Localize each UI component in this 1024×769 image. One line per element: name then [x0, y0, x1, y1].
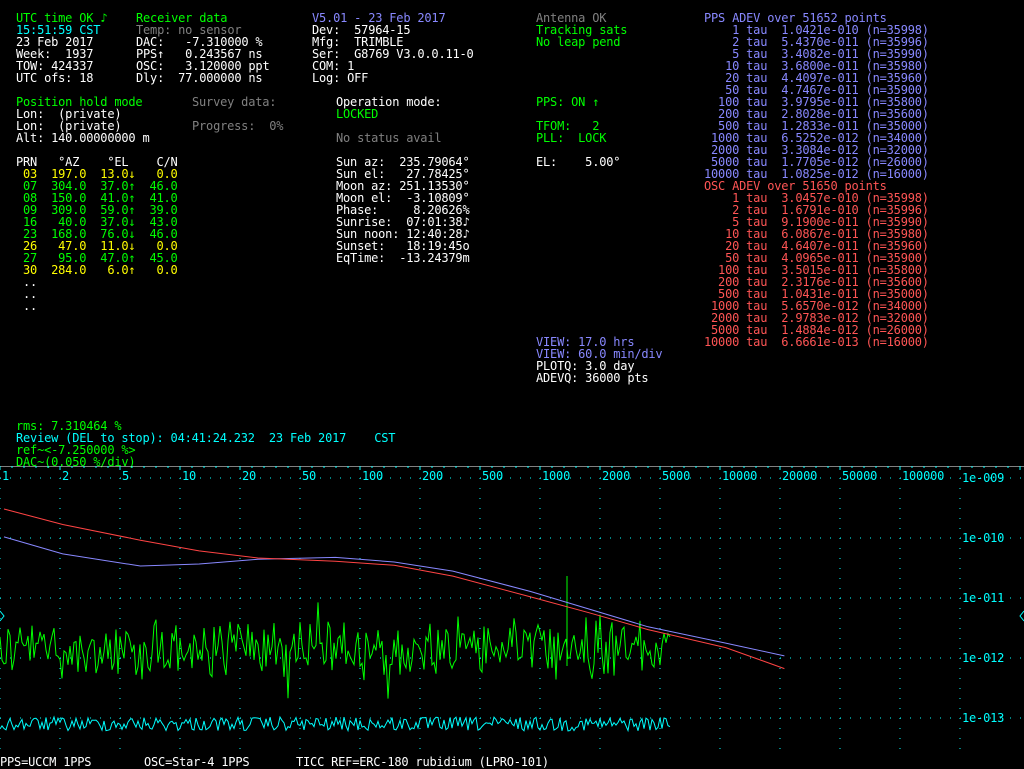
y-tick-label: 1e-013	[962, 711, 1004, 725]
footer-pps-source: PPS=UCCM 1PPS	[0, 755, 92, 769]
pps-trace	[0, 715, 671, 733]
x-tick-label: 10	[182, 469, 196, 483]
satellite-table: PRN °AZ °EL C/N 03 197.0 13.0↓ 0.0 07 30…	[16, 156, 178, 312]
x-tick-label: 1000	[542, 469, 570, 483]
y-tick-label: 1e-012	[962, 651, 1004, 665]
survey-label: Survey data:	[192, 95, 277, 109]
dly-readout: Dly: 77.000000 ns	[136, 71, 263, 85]
x-tick-label: 1	[2, 469, 9, 483]
x-tick-label: 20000	[782, 469, 817, 483]
left-marker	[0, 610, 5, 622]
x-tick-label: 50000	[842, 469, 877, 483]
sun-moon-panel: Sun az: 235.79064° Sun el: 27.78425° Moon …	[336, 156, 470, 265]
altitude: Alt: 140.00000000 m	[16, 131, 150, 145]
x-tick-label: 2	[62, 469, 69, 483]
satellite-row: ..	[16, 275, 38, 289]
footer-ticc-ref: TICC REF=ERC-180 rubidium (LPRO-101)	[296, 755, 549, 769]
x-tick-label: 2000	[602, 469, 630, 483]
y-tick-label: 1e-011	[962, 591, 1004, 605]
x-tick-label: 50	[302, 469, 316, 483]
elevation-mask: EL: 5.00°	[536, 155, 621, 169]
adev-plot[interactable]: 1 2 5 10 20 50 100 200 500 1000 2000 5000 10000 20000…	[0, 466, 1024, 756]
utc-offset: UTC ofs: 18	[16, 71, 94, 85]
footer-osc-source: OSC=Star-4 1PPS	[144, 755, 250, 769]
pps-adev-table: 1 tau 1.0421e-010 (n=35998) 2 tau 5.4370…	[704, 24, 929, 180]
status-message: No status avail	[336, 131, 442, 145]
dac-trace	[0, 602, 671, 699]
x-tick-label: 200	[422, 469, 443, 483]
x-tick-label: 100000	[902, 469, 944, 483]
sun-moon-row: EqTime: -13.24379m	[336, 251, 470, 265]
osc-adev-row: 10000 tau 6.6661e-013 (n=16000)	[704, 335, 929, 349]
x-tick-label: 10000	[722, 469, 757, 483]
adev-queue: ADEVQ: 36000 pts	[536, 371, 649, 385]
pps-status: PPS: ON ↑	[536, 95, 600, 109]
x-tick-label: 500	[482, 469, 503, 483]
survey-progress: Progress: 0%	[192, 119, 284, 133]
log-status: Log: OFF	[312, 71, 369, 85]
satellite-row: 30 284.0 6.0↑ 0.0	[16, 263, 178, 277]
operation-mode-value: LOCKED	[336, 107, 379, 121]
leap-status: No leap pend	[536, 35, 621, 49]
right-marker	[1019, 610, 1024, 622]
osc-adev-table: 1 tau 3.0457e-010 (n=35998) 2 tau 1.6791…	[704, 192, 929, 348]
y-tick-label: 1e-010	[962, 531, 1004, 545]
x-tick-label: 5	[122, 469, 129, 483]
x-tick-label: 20	[242, 469, 256, 483]
x-tick-label: 5000	[662, 469, 690, 483]
satellite-row: ..	[16, 299, 38, 313]
x-tick-label: 100	[362, 469, 383, 483]
pll-status: PLL: LOCK	[536, 131, 607, 145]
y-tick-label: 1e-009	[962, 471, 1004, 485]
satellite-row: ..	[16, 287, 38, 301]
